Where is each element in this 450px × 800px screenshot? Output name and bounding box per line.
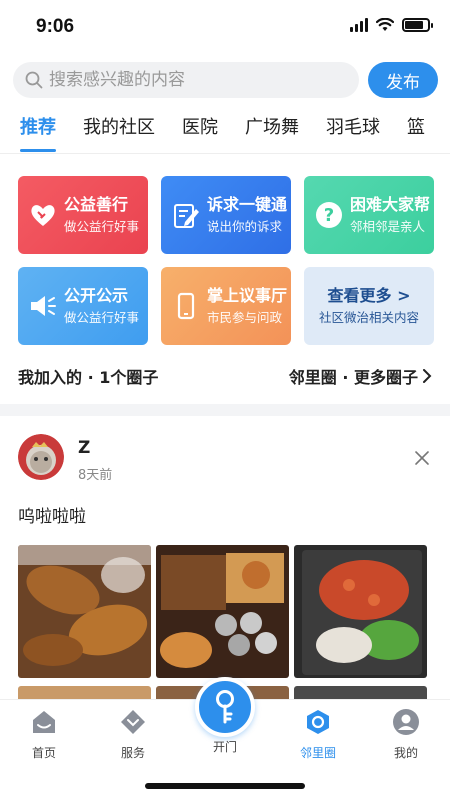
close-icon[interactable]: [414, 450, 430, 466]
see-more-subtitle: 社区微治相关内容: [318, 310, 419, 325]
post-text: 呜啦啦啦: [18, 507, 86, 527]
heart-hand-icon: [26, 198, 60, 232]
neighborhood-icon: [307, 710, 329, 734]
card-title: 公益善行: [64, 195, 129, 214]
wifi-icon: [376, 18, 394, 31]
section-divider: [0, 404, 450, 416]
post-photo[interactable]: [294, 686, 427, 700]
see-more-title: 查看更多 >: [327, 286, 411, 305]
tab-hospital[interactable]: 医院: [182, 110, 218, 153]
tab-neighborhood-label: 邻里圈: [299, 746, 336, 760]
public-notice-card[interactable]: 公开公示 做公益行好事: [18, 267, 148, 345]
more-circles-link[interactable]: 邻里圈 · 更多圈子: [289, 364, 432, 388]
post-author[interactable]: Z: [78, 438, 90, 458]
tab-badminton[interactable]: 羽毛球: [326, 110, 380, 153]
question-icon: ?: [312, 198, 346, 232]
post-photo[interactable]: [18, 545, 151, 678]
card-subtitle: 说出你的诉求: [207, 219, 283, 234]
card-title: 公开公示: [64, 286, 129, 305]
status-icons: [350, 18, 433, 32]
card-title: 诉求一键通: [207, 195, 288, 214]
card-title: 掌上议事厅: [207, 286, 288, 305]
search-icon: [25, 71, 43, 89]
tab-neighborhood[interactable]: 邻里圈: [283, 708, 353, 761]
battery-icon: [402, 18, 433, 32]
post-time: 8天前: [78, 468, 113, 483]
post-photo[interactable]: [156, 545, 289, 678]
search-box[interactable]: [13, 62, 359, 98]
more-circles-label: 邻里圈 · 更多圈子: [288, 368, 418, 387]
status-time: 9:06: [36, 16, 75, 37]
home-indicator: [145, 783, 305, 789]
search-row: 发布: [13, 62, 438, 98]
card-title: 困难大家帮: [350, 195, 431, 214]
status-bar: 9:06: [0, 0, 450, 54]
signal-icon: [350, 18, 368, 32]
appeal-card[interactable]: 诉求一键通 说出你的诉求: [161, 176, 291, 254]
tab-open-door-label: 开门: [212, 740, 237, 754]
card-subtitle: 市民参与问政: [207, 310, 283, 325]
publish-button[interactable]: 发布: [368, 62, 438, 98]
tab-my-community[interactable]: 我的社区: [83, 110, 155, 153]
service-grid: 公益善行 做公益行好事 诉求一键通 说出你的诉求 ? 困难大家帮 邻相邻是亲人 …: [18, 176, 434, 345]
tab-service-label: 服务: [120, 746, 145, 760]
megaphone-icon: [26, 289, 60, 323]
tab-profile-label: 我的: [393, 746, 418, 760]
search-input[interactable]: [49, 70, 339, 90]
post-header: Z 8天前: [18, 434, 432, 484]
card-subtitle: 做公益行好事: [64, 310, 140, 325]
tab-home-label: 首页: [31, 746, 56, 760]
tab-basketball[interactable]: 篮: [407, 110, 425, 153]
tab-square-dance[interactable]: 广场舞: [245, 110, 299, 153]
charity-card[interactable]: 公益善行 做公益行好事: [18, 176, 148, 254]
tab-home[interactable]: 首页: [9, 708, 79, 761]
category-tabs: 推荐 我的社区 医院 广场舞 羽毛球 篮: [0, 110, 450, 154]
post-photo[interactable]: [294, 545, 427, 678]
help-card[interactable]: ? 困难大家帮 邻相邻是亲人: [304, 176, 434, 254]
circles-row: 我加入的 · 1个圈子 邻里圈 · 更多圈子: [18, 364, 432, 388]
profile-icon: [393, 709, 419, 735]
home-icon: [33, 711, 55, 733]
tab-profile[interactable]: 我的: [371, 708, 441, 761]
card-subtitle: 邻相邻是亲人: [350, 219, 426, 234]
phone-icon: [169, 289, 203, 323]
chevron-right-icon: [423, 369, 432, 383]
edit-form-icon: [169, 198, 203, 232]
service-diamond-icon: [121, 710, 145, 734]
card-subtitle: 做公益行好事: [64, 219, 140, 234]
key-icon: [216, 690, 234, 724]
svg-text:?: ?: [324, 205, 334, 226]
see-more-card[interactable]: 查看更多 > 社区微治相关内容: [304, 267, 434, 345]
open-door-button[interactable]: [195, 677, 255, 737]
tab-service[interactable]: 服务: [98, 708, 168, 761]
avatar[interactable]: [18, 434, 64, 480]
joined-circles[interactable]: 我加入的 · 1个圈子: [18, 364, 158, 388]
council-card[interactable]: 掌上议事厅 市民参与问政: [161, 267, 291, 345]
post-photo[interactable]: [18, 686, 151, 700]
tab-recommended[interactable]: 推荐: [20, 110, 56, 153]
